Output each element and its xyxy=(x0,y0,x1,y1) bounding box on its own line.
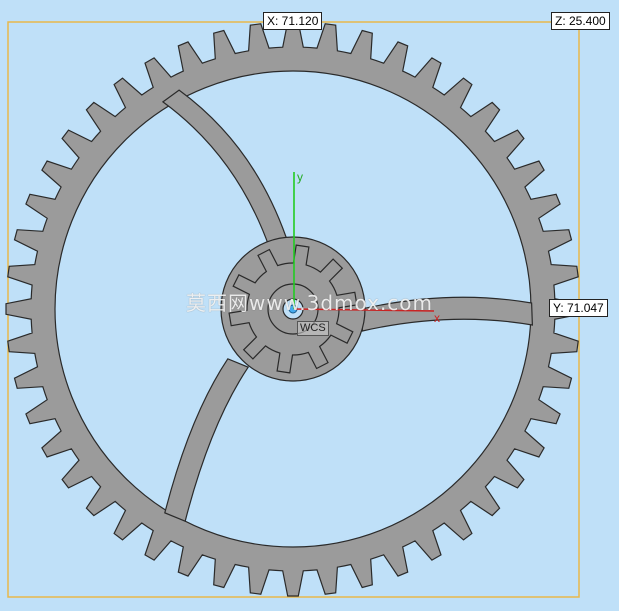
wcs-label: WCS xyxy=(297,321,329,336)
cad-viewport[interactable]: y x 莫西网www.3dmox.com WCS X: 71.120 Z: 25… xyxy=(0,0,619,606)
dimension-z-label[interactable]: Z: 25.400 xyxy=(551,12,610,30)
dimension-y-label[interactable]: Y: 71.047 xyxy=(549,299,608,317)
y-axis-label: y xyxy=(297,170,303,184)
dimension-x-label[interactable]: X: 71.120 xyxy=(263,12,323,30)
watermark-text: 莫西网www.3dmox.com xyxy=(186,291,434,315)
x-axis-label: x xyxy=(434,311,440,325)
